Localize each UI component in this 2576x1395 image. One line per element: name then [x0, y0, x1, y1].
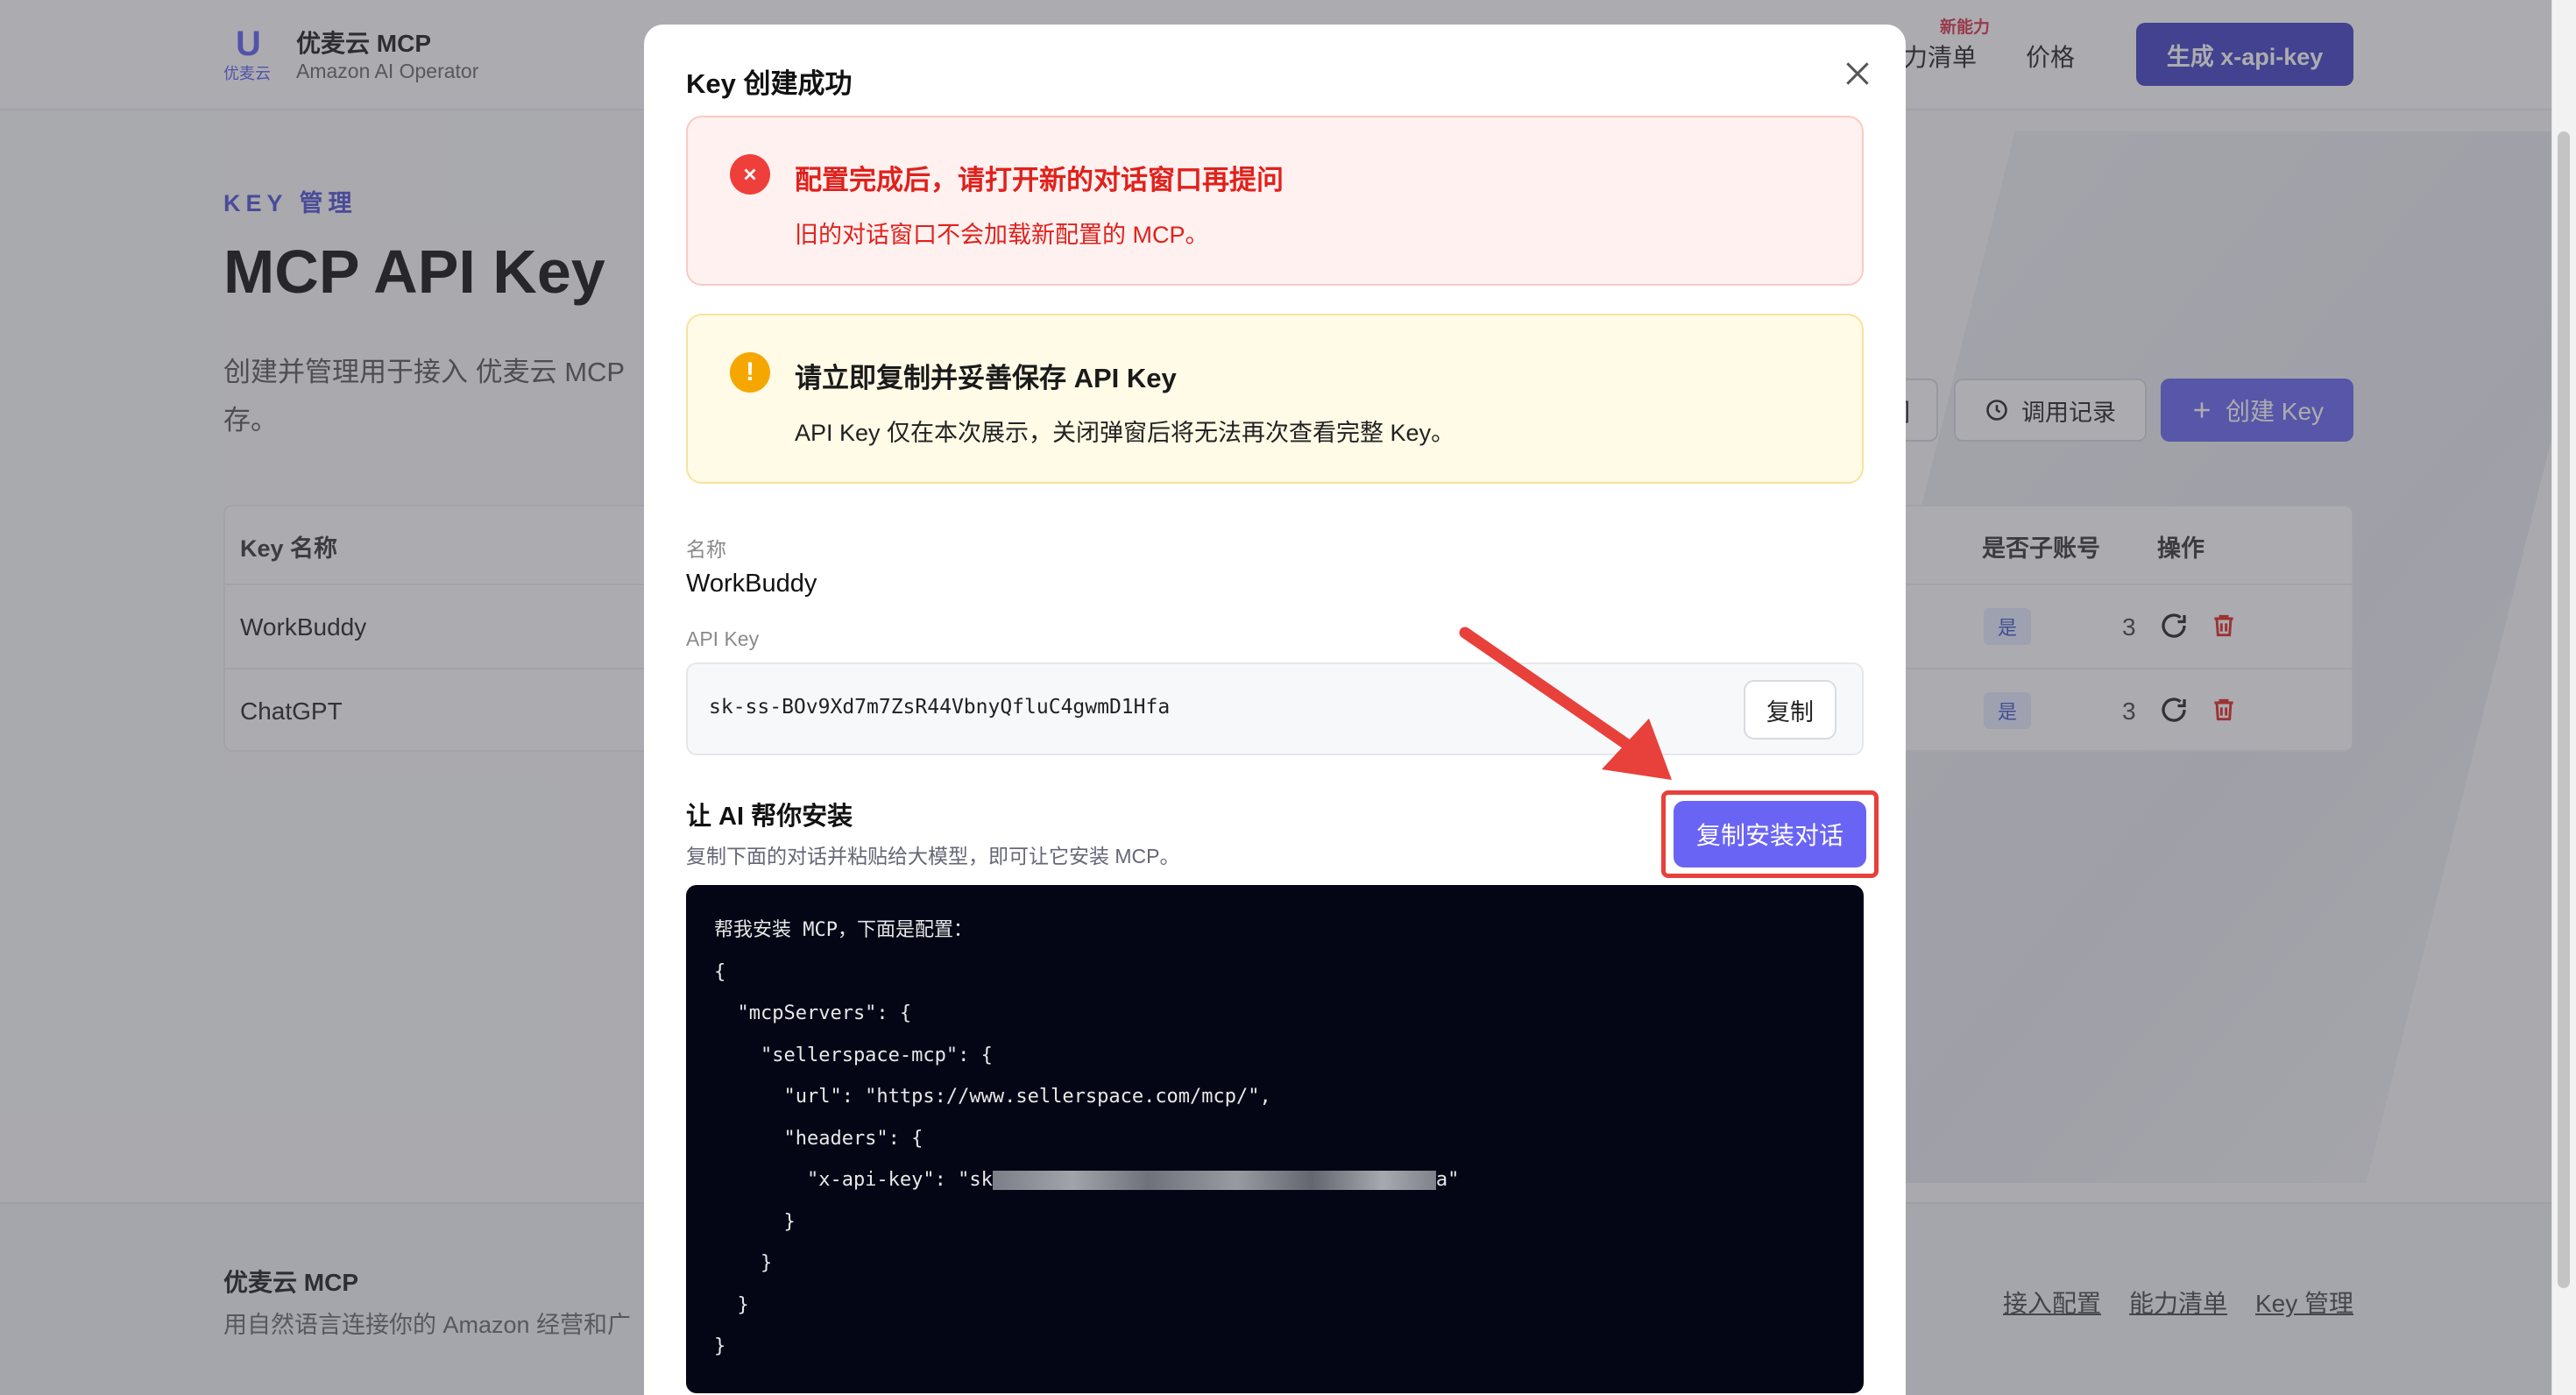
- name-value: WorkBuddy: [686, 570, 817, 598]
- annotation-arrow: [1459, 627, 1672, 780]
- alert-warning-title: 请立即复制并妥善保存 API Key: [795, 363, 1177, 393]
- code-line: }: [714, 1252, 773, 1274]
- copy-install-dialog-button[interactable]: 复制安装对话: [1674, 801, 1866, 867]
- api-key-value[interactable]: sk-ss-BOv9Xd7m7ZsR44VbnyQfluC4gwmD1Hfa: [709, 696, 1170, 719]
- redacted-key-blur: [992, 1171, 1436, 1190]
- code-line: }: [714, 1335, 726, 1357]
- code-line: }: [714, 1293, 749, 1316]
- code-line-api-key: "x-api-key": "sk a": [714, 1159, 1836, 1201]
- copy-key-button[interactable]: 复制: [1744, 680, 1836, 740]
- code-line: 帮我安装 MCP，下面是配置：: [714, 919, 973, 941]
- code-line: "sellerspace-mcp": {: [714, 1044, 993, 1066]
- code-key-prefix: "x-api-key": "sk: [714, 1169, 993, 1191]
- code-line: "mcpServers": {: [714, 1002, 912, 1024]
- error-circle-icon: [730, 154, 770, 195]
- ai-install-description: 复制下面的对话并粘贴给大模型，即可让它安装 MCP。: [686, 845, 1180, 867]
- install-config-code[interactable]: 帮我安装 MCP，下面是配置： { "mcpServers": { "selle…: [686, 885, 1864, 1393]
- code-line: }: [714, 1210, 796, 1233]
- save-key-warning: ! 请立即复制并妥善保存 API Key API Key 仅在本次展示，关闭弹窗…: [686, 314, 1864, 484]
- close-button[interactable]: [1840, 56, 1875, 91]
- new-window-alert: 配置完成后，请打开新的对话窗口再提问 旧的对话窗口不会加载新配置的 MCP。: [686, 116, 1864, 286]
- close-icon: [1846, 62, 1869, 85]
- code-line: "headers": {: [714, 1127, 924, 1150]
- alert-warning-text: API Key 仅在本次展示，关闭弹窗后将无法再次查看完整 Key。: [795, 420, 1455, 446]
- code-line: "url": "https://www.sellerspace.com/mcp/…: [714, 1086, 1271, 1108]
- modal-title: Key 创建成功: [686, 68, 853, 99]
- alert-error-title: 配置完成后，请打开新的对话窗口再提问: [795, 165, 1284, 195]
- api-key-label: API Key: [686, 627, 760, 650]
- scrollbar-thumb[interactable]: [2558, 131, 2570, 1288]
- key-created-modal: Key 创建成功 配置完成后，请打开新的对话窗口再提问 旧的对话窗口不会加载新配…: [644, 25, 1906, 1395]
- code-line: {: [714, 960, 726, 983]
- alert-error-text: 旧的对话窗口不会加载新配置的 MCP。: [795, 222, 1209, 248]
- code-key-tail: a": [1435, 1169, 1460, 1191]
- ai-install-title: 让 AI 帮你安装: [686, 803, 853, 831]
- warning-circle-icon: !: [730, 352, 770, 393]
- name-label: 名称: [686, 538, 726, 561]
